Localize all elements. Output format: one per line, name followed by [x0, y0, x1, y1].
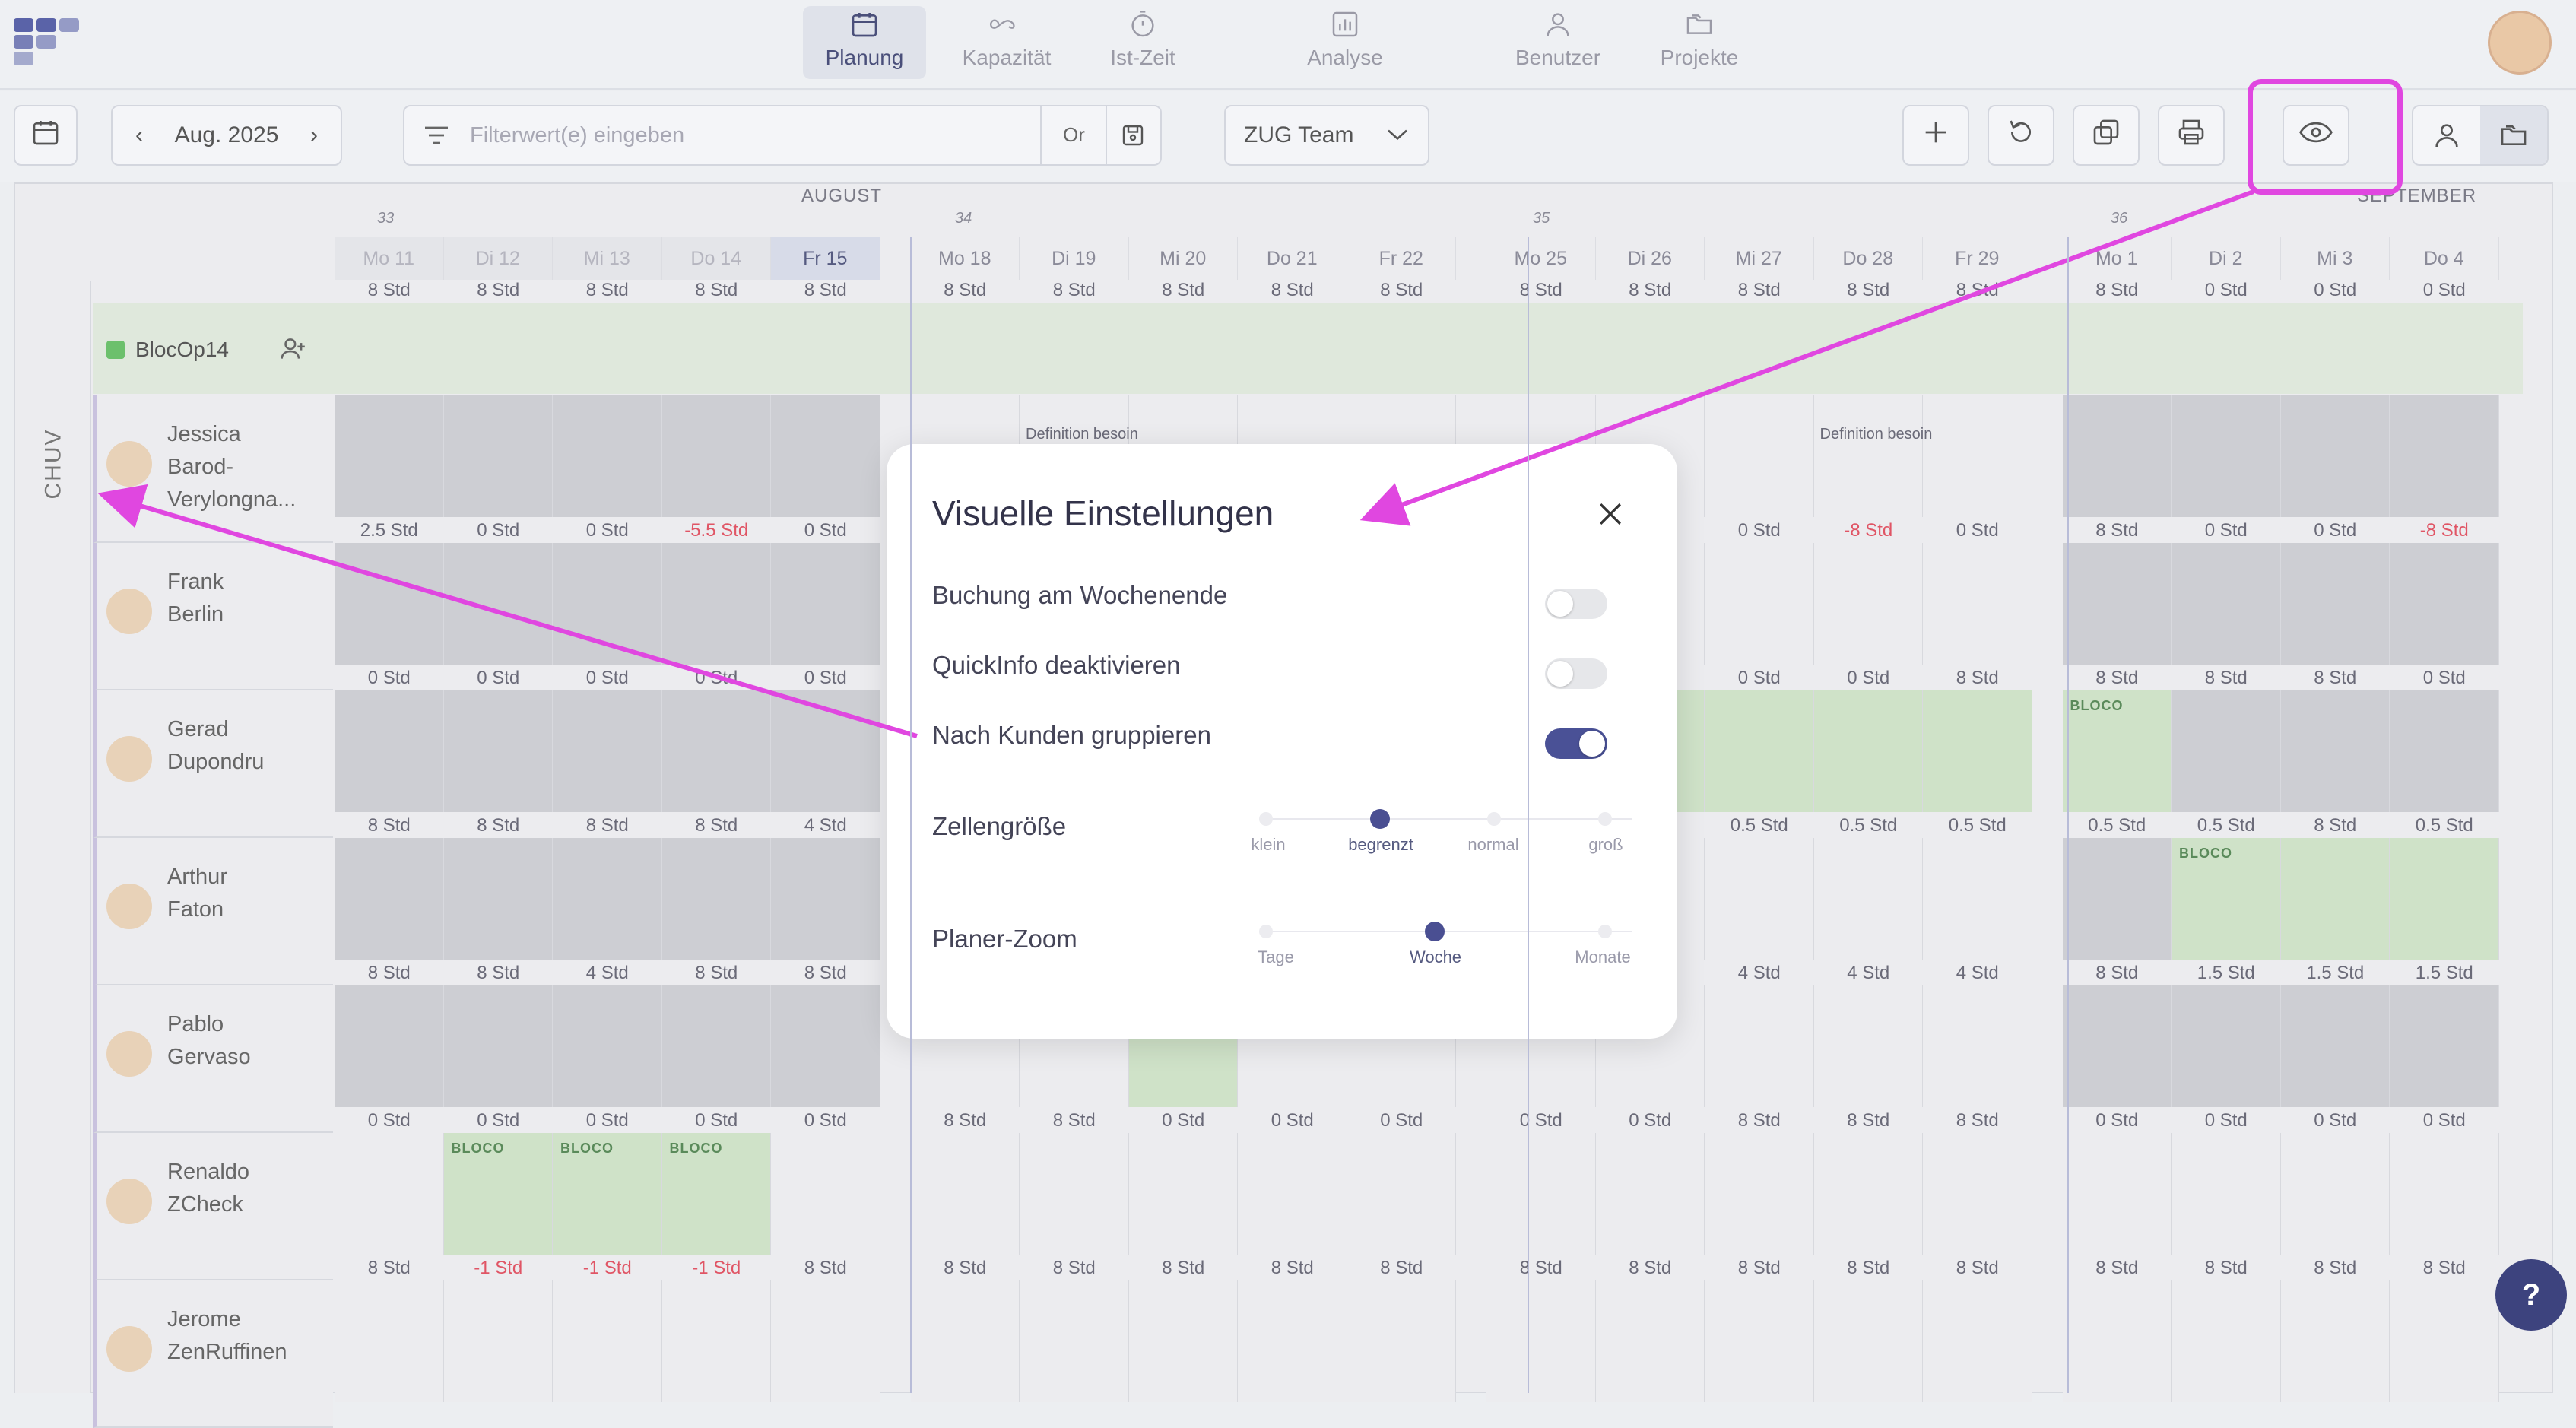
annotation-arrows: [97, 189, 2255, 738]
annotation-arrow: [97, 484, 918, 738]
week-separator: [2067, 237, 2069, 1393]
annotation-arrow: [1359, 189, 2255, 526]
week-separator: [1528, 237, 1529, 1393]
week-separator: [910, 237, 912, 1393]
